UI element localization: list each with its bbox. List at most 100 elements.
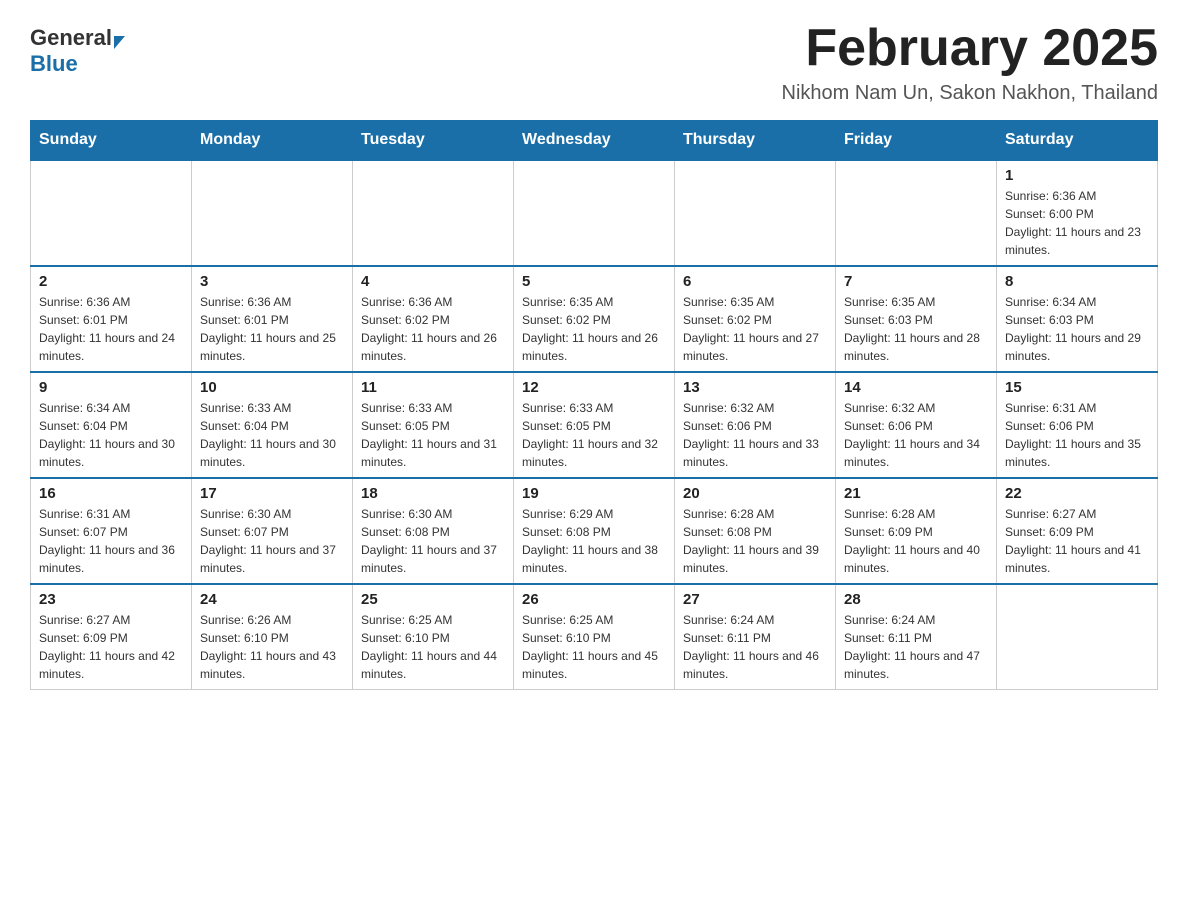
day-number: 12	[522, 379, 666, 396]
column-header-thursday: Thursday	[675, 121, 836, 161]
day-number: 5	[522, 273, 666, 290]
day-number: 26	[522, 591, 666, 608]
day-number: 2	[39, 273, 183, 290]
logo-blue-text: Blue	[30, 51, 78, 77]
day-number: 23	[39, 591, 183, 608]
calendar-cell: 26 Sunrise: 6:25 AM Sunset: 6:10 PM Dayli…	[514, 584, 675, 690]
day-info: Sunrise: 6:30 AM Sunset: 6:07 PM Dayligh…	[200, 505, 344, 577]
logo-triangle-icon	[114, 36, 125, 49]
day-info: Sunrise: 6:33 AM Sunset: 6:05 PM Dayligh…	[522, 399, 666, 471]
day-info: Sunrise: 6:35 AM Sunset: 6:02 PM Dayligh…	[683, 293, 827, 365]
day-info: Sunrise: 6:35 AM Sunset: 6:03 PM Dayligh…	[844, 293, 988, 365]
day-number: 22	[1005, 485, 1149, 502]
day-info: Sunrise: 6:28 AM Sunset: 6:08 PM Dayligh…	[683, 505, 827, 577]
header-row: SundayMondayTuesdayWednesdayThursdayFrid…	[31, 121, 1158, 161]
day-number: 13	[683, 379, 827, 396]
column-header-friday: Friday	[836, 121, 997, 161]
calendar-cell: 2 Sunrise: 6:36 AM Sunset: 6:01 PM Daylig…	[31, 266, 192, 372]
day-number: 3	[200, 273, 344, 290]
day-number: 21	[844, 485, 988, 502]
calendar-cell: 27Sunrise: 6:24 AM Sunset: 6:11 PM Dayli…	[675, 584, 836, 690]
day-number: 6	[683, 273, 827, 290]
day-info: Sunrise: 6:36 AM Sunset: 6:02 PM Dayligh…	[361, 293, 505, 365]
day-info: Sunrise: 6:28 AM Sunset: 6:09 PM Dayligh…	[844, 505, 988, 577]
calendar-cell	[836, 160, 997, 266]
calendar-cell	[353, 160, 514, 266]
column-header-saturday: Saturday	[997, 121, 1158, 161]
day-number: 18	[361, 485, 505, 502]
calendar-cell: 10 Sunrise: 6:33 AM Sunset: 6:04 PM Dayli…	[192, 372, 353, 478]
page-header: General Blue February 2025 Nikhom Nam Un…	[30, 20, 1158, 105]
week-row-4: 16 Sunrise: 6:31 AM Sunset: 6:07 PM Dayli…	[31, 478, 1158, 584]
calendar-cell: 17 Sunrise: 6:30 AM Sunset: 6:07 PM Dayli…	[192, 478, 353, 584]
day-info: Sunrise: 6:27 AM Sunset: 6:09 PM Dayligh…	[39, 611, 183, 683]
day-info: Sunrise: 6:36 AM Sunset: 6:00 PM Dayligh…	[1005, 187, 1149, 259]
calendar-cell: 20 Sunrise: 6:28 AM Sunset: 6:08 PM Dayli…	[675, 478, 836, 584]
calendar-cell: 19 Sunrise: 6:29 AM Sunset: 6:08 PM Dayli…	[514, 478, 675, 584]
calendar-cell: 22 Sunrise: 6:27 AM Sunset: 6:09 PM Dayli…	[997, 478, 1158, 584]
calendar-cell: 21 Sunrise: 6:28 AM Sunset: 6:09 PM Dayli…	[836, 478, 997, 584]
day-number: 10	[200, 379, 344, 396]
location-subtitle: Nikhom Nam Un, Sakon Nakhon, Thailand	[782, 82, 1158, 105]
week-row-2: 2 Sunrise: 6:36 AM Sunset: 6:01 PM Daylig…	[31, 266, 1158, 372]
day-info: Sunrise: 6:25 AM Sunset: 6:10 PM Dayligh…	[522, 611, 666, 683]
day-number: 1	[1005, 167, 1149, 184]
day-number: 28	[844, 591, 988, 608]
calendar-cell: 9 Sunrise: 6:34 AM Sunset: 6:04 PM Daylig…	[31, 372, 192, 478]
day-info: Sunrise: 6:36 AM Sunset: 6:01 PM Dayligh…	[39, 293, 183, 365]
day-number: 19	[522, 485, 666, 502]
day-number: 14	[844, 379, 988, 396]
week-row-3: 9 Sunrise: 6:34 AM Sunset: 6:04 PM Daylig…	[31, 372, 1158, 478]
day-info: Sunrise: 6:29 AM Sunset: 6:08 PM Dayligh…	[522, 505, 666, 577]
day-number: 25	[361, 591, 505, 608]
day-info: Sunrise: 6:31 AM Sunset: 6:06 PM Dayligh…	[1005, 399, 1149, 471]
calendar-cell: 5 Sunrise: 6:35 AM Sunset: 6:02 PM Daylig…	[514, 266, 675, 372]
logo-general-text: General	[30, 25, 112, 51]
calendar-cell: 6 Sunrise: 6:35 AM Sunset: 6:02 PM Daylig…	[675, 266, 836, 372]
day-number: 17	[200, 485, 344, 502]
column-header-tuesday: Tuesday	[353, 121, 514, 161]
day-number: 9	[39, 379, 183, 396]
day-number: 15	[1005, 379, 1149, 396]
day-info: Sunrise: 6:33 AM Sunset: 6:05 PM Dayligh…	[361, 399, 505, 471]
title-section: February 2025 Nikhom Nam Un, Sakon Nakho…	[782, 20, 1158, 105]
calendar-cell	[31, 160, 192, 266]
day-info: Sunrise: 6:34 AM Sunset: 6:04 PM Dayligh…	[39, 399, 183, 471]
day-info: Sunrise: 6:32 AM Sunset: 6:06 PM Dayligh…	[844, 399, 988, 471]
day-info: Sunrise: 6:24 AM Sunset: 6:11 PM Dayligh…	[844, 611, 988, 683]
day-number: 7	[844, 273, 988, 290]
calendar-cell: 13 Sunrise: 6:32 AM Sunset: 6:06 PM Dayli…	[675, 372, 836, 478]
calendar-cell: 12 Sunrise: 6:33 AM Sunset: 6:05 PM Dayli…	[514, 372, 675, 478]
calendar-cell: 4 Sunrise: 6:36 AM Sunset: 6:02 PM Daylig…	[353, 266, 514, 372]
day-info: Sunrise: 6:26 AM Sunset: 6:10 PM Dayligh…	[200, 611, 344, 683]
column-header-sunday: Sunday	[31, 121, 192, 161]
day-info: Sunrise: 6:31 AM Sunset: 6:07 PM Dayligh…	[39, 505, 183, 577]
calendar-cell: 25 Sunrise: 6:25 AM Sunset: 6:10 PM Dayli…	[353, 584, 514, 690]
calendar-cell: 14 Sunrise: 6:32 AM Sunset: 6:06 PM Dayli…	[836, 372, 997, 478]
calendar-cell	[997, 584, 1158, 690]
day-info: Sunrise: 6:25 AM Sunset: 6:10 PM Dayligh…	[361, 611, 505, 683]
day-number: 27	[683, 591, 827, 608]
calendar-cell	[675, 160, 836, 266]
column-header-wednesday: Wednesday	[514, 121, 675, 161]
week-row-1: 1 Sunrise: 6:36 AM Sunset: 6:00 PM Daylig…	[31, 160, 1158, 266]
day-number: 8	[1005, 273, 1149, 290]
day-number: 16	[39, 485, 183, 502]
column-header-monday: Monday	[192, 121, 353, 161]
day-number: 4	[361, 273, 505, 290]
day-number: 20	[683, 485, 827, 502]
day-info: Sunrise: 6:35 AM Sunset: 6:02 PM Dayligh…	[522, 293, 666, 365]
day-info: Sunrise: 6:27 AM Sunset: 6:09 PM Dayligh…	[1005, 505, 1149, 577]
week-row-5: 23 Sunrise: 6:27 AM Sunset: 6:09 PM Dayli…	[31, 584, 1158, 690]
calendar-cell: 1 Sunrise: 6:36 AM Sunset: 6:00 PM Daylig…	[997, 160, 1158, 266]
month-year-title: February 2025	[782, 20, 1158, 77]
calendar-cell: 23 Sunrise: 6:27 AM Sunset: 6:09 PM Dayli…	[31, 584, 192, 690]
day-number: 11	[361, 379, 505, 396]
calendar-cell: 8Sunrise: 6:34 AM Sunset: 6:03 PM Daylig…	[997, 266, 1158, 372]
calendar-cell: 24 Sunrise: 6:26 AM Sunset: 6:10 PM Dayli…	[192, 584, 353, 690]
day-info: Sunrise: 6:33 AM Sunset: 6:04 PM Dayligh…	[200, 399, 344, 471]
calendar-table: SundayMondayTuesdayWednesdayThursdayFrid…	[30, 120, 1158, 690]
calendar-cell	[514, 160, 675, 266]
day-number: 24	[200, 591, 344, 608]
day-info: Sunrise: 6:32 AM Sunset: 6:06 PM Dayligh…	[683, 399, 827, 471]
